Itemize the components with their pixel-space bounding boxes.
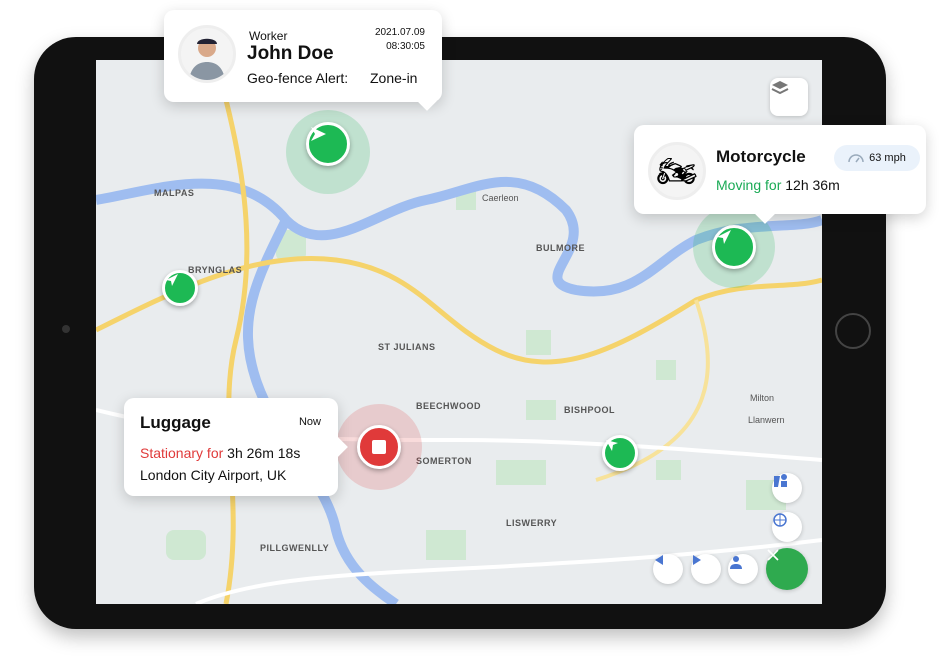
map-label: Caerleon: [482, 193, 519, 203]
status-duration: 3h 26m 18s: [227, 445, 301, 461]
chevron-right-icon: [693, 555, 701, 565]
vehicle-card[interactable]: 🏍 Motorcycle 63 mph Moving for 12h 36m: [634, 125, 926, 214]
worker-marker[interactable]: [306, 122, 350, 166]
map-label: BRYNGLAS: [188, 265, 243, 275]
luggage-time: Now: [298, 416, 321, 428]
map-label: ST JULIANS: [378, 342, 436, 352]
close-button[interactable]: [766, 548, 808, 590]
person-button[interactable]: [728, 554, 758, 584]
status-label: Moving for: [716, 177, 782, 193]
worker-name: John Doe: [247, 43, 334, 64]
crosshair-icon: [773, 513, 787, 527]
avatar: [178, 25, 236, 83]
luggage-marker[interactable]: [357, 425, 401, 469]
motorcycle-image: 🏍: [648, 142, 706, 200]
asset-marker[interactable]: [602, 435, 638, 471]
layers-icon: [771, 81, 789, 95]
home-button: [835, 313, 871, 349]
map-label: MALPAS: [154, 188, 195, 198]
person-icon: [730, 556, 742, 569]
speed-value: 63 mph: [869, 152, 906, 164]
locate-button[interactable]: [772, 512, 802, 542]
camera: [62, 325, 70, 333]
map-label: Milton: [750, 393, 775, 403]
navigation-arrow-icon: [166, 274, 178, 286]
vehicle-marker[interactable]: [712, 225, 756, 269]
navigation-arrow-icon: [311, 127, 326, 141]
map-label: PILLGWENLLY: [260, 543, 330, 553]
alert-time: 08:30:05: [386, 41, 425, 52]
worker-card[interactable]: Worker John Doe 2021.07.09 08:30:05 Geo-…: [164, 10, 442, 102]
navigation-arrow-icon: [717, 230, 731, 244]
asset-marker[interactable]: [162, 270, 198, 306]
map-label: BEECHWOOD: [416, 401, 481, 411]
luggage-location: London City Airport, UK: [140, 467, 287, 483]
status-label: Stationary for: [140, 445, 224, 461]
map-label: LISWERRY: [506, 518, 558, 528]
luggage-status: Stationary for 3h 26m 18s: [140, 445, 300, 461]
map-label: Llanwern: [748, 415, 785, 425]
stop-icon: [372, 440, 386, 454]
speedometer-icon: [848, 154, 864, 163]
navigation-arrow-icon: [606, 440, 618, 451]
street-view-icon: [774, 474, 787, 487]
map-label: SOMERTON: [416, 456, 472, 466]
vehicle-name: Motorcycle: [716, 147, 806, 166]
status-duration: 12h 36m: [785, 177, 840, 193]
street-view-button[interactable]: [772, 473, 802, 503]
next-button[interactable]: [691, 554, 721, 584]
layers-button[interactable]: [770, 78, 808, 116]
map-label: BULMORE: [536, 243, 585, 253]
alert-label: Geo-fence Alert:: [247, 70, 349, 86]
luggage-card[interactable]: Luggage Now Stationary for 3h 26m 18s Lo…: [124, 398, 338, 496]
speed-badge: 63 mph: [834, 145, 920, 171]
previous-button[interactable]: [653, 554, 683, 584]
map-label: BISHPOOL: [564, 405, 616, 415]
chevron-left-icon: [655, 555, 663, 565]
alert-date: 2021.07.09: [374, 27, 425, 38]
vehicle-status: Moving for 12h 36m: [716, 177, 840, 193]
worker-role: Worker: [249, 29, 288, 43]
luggage-name: Luggage: [140, 413, 211, 432]
alert-value: Zone-in: [370, 70, 418, 86]
close-icon: [767, 549, 779, 561]
